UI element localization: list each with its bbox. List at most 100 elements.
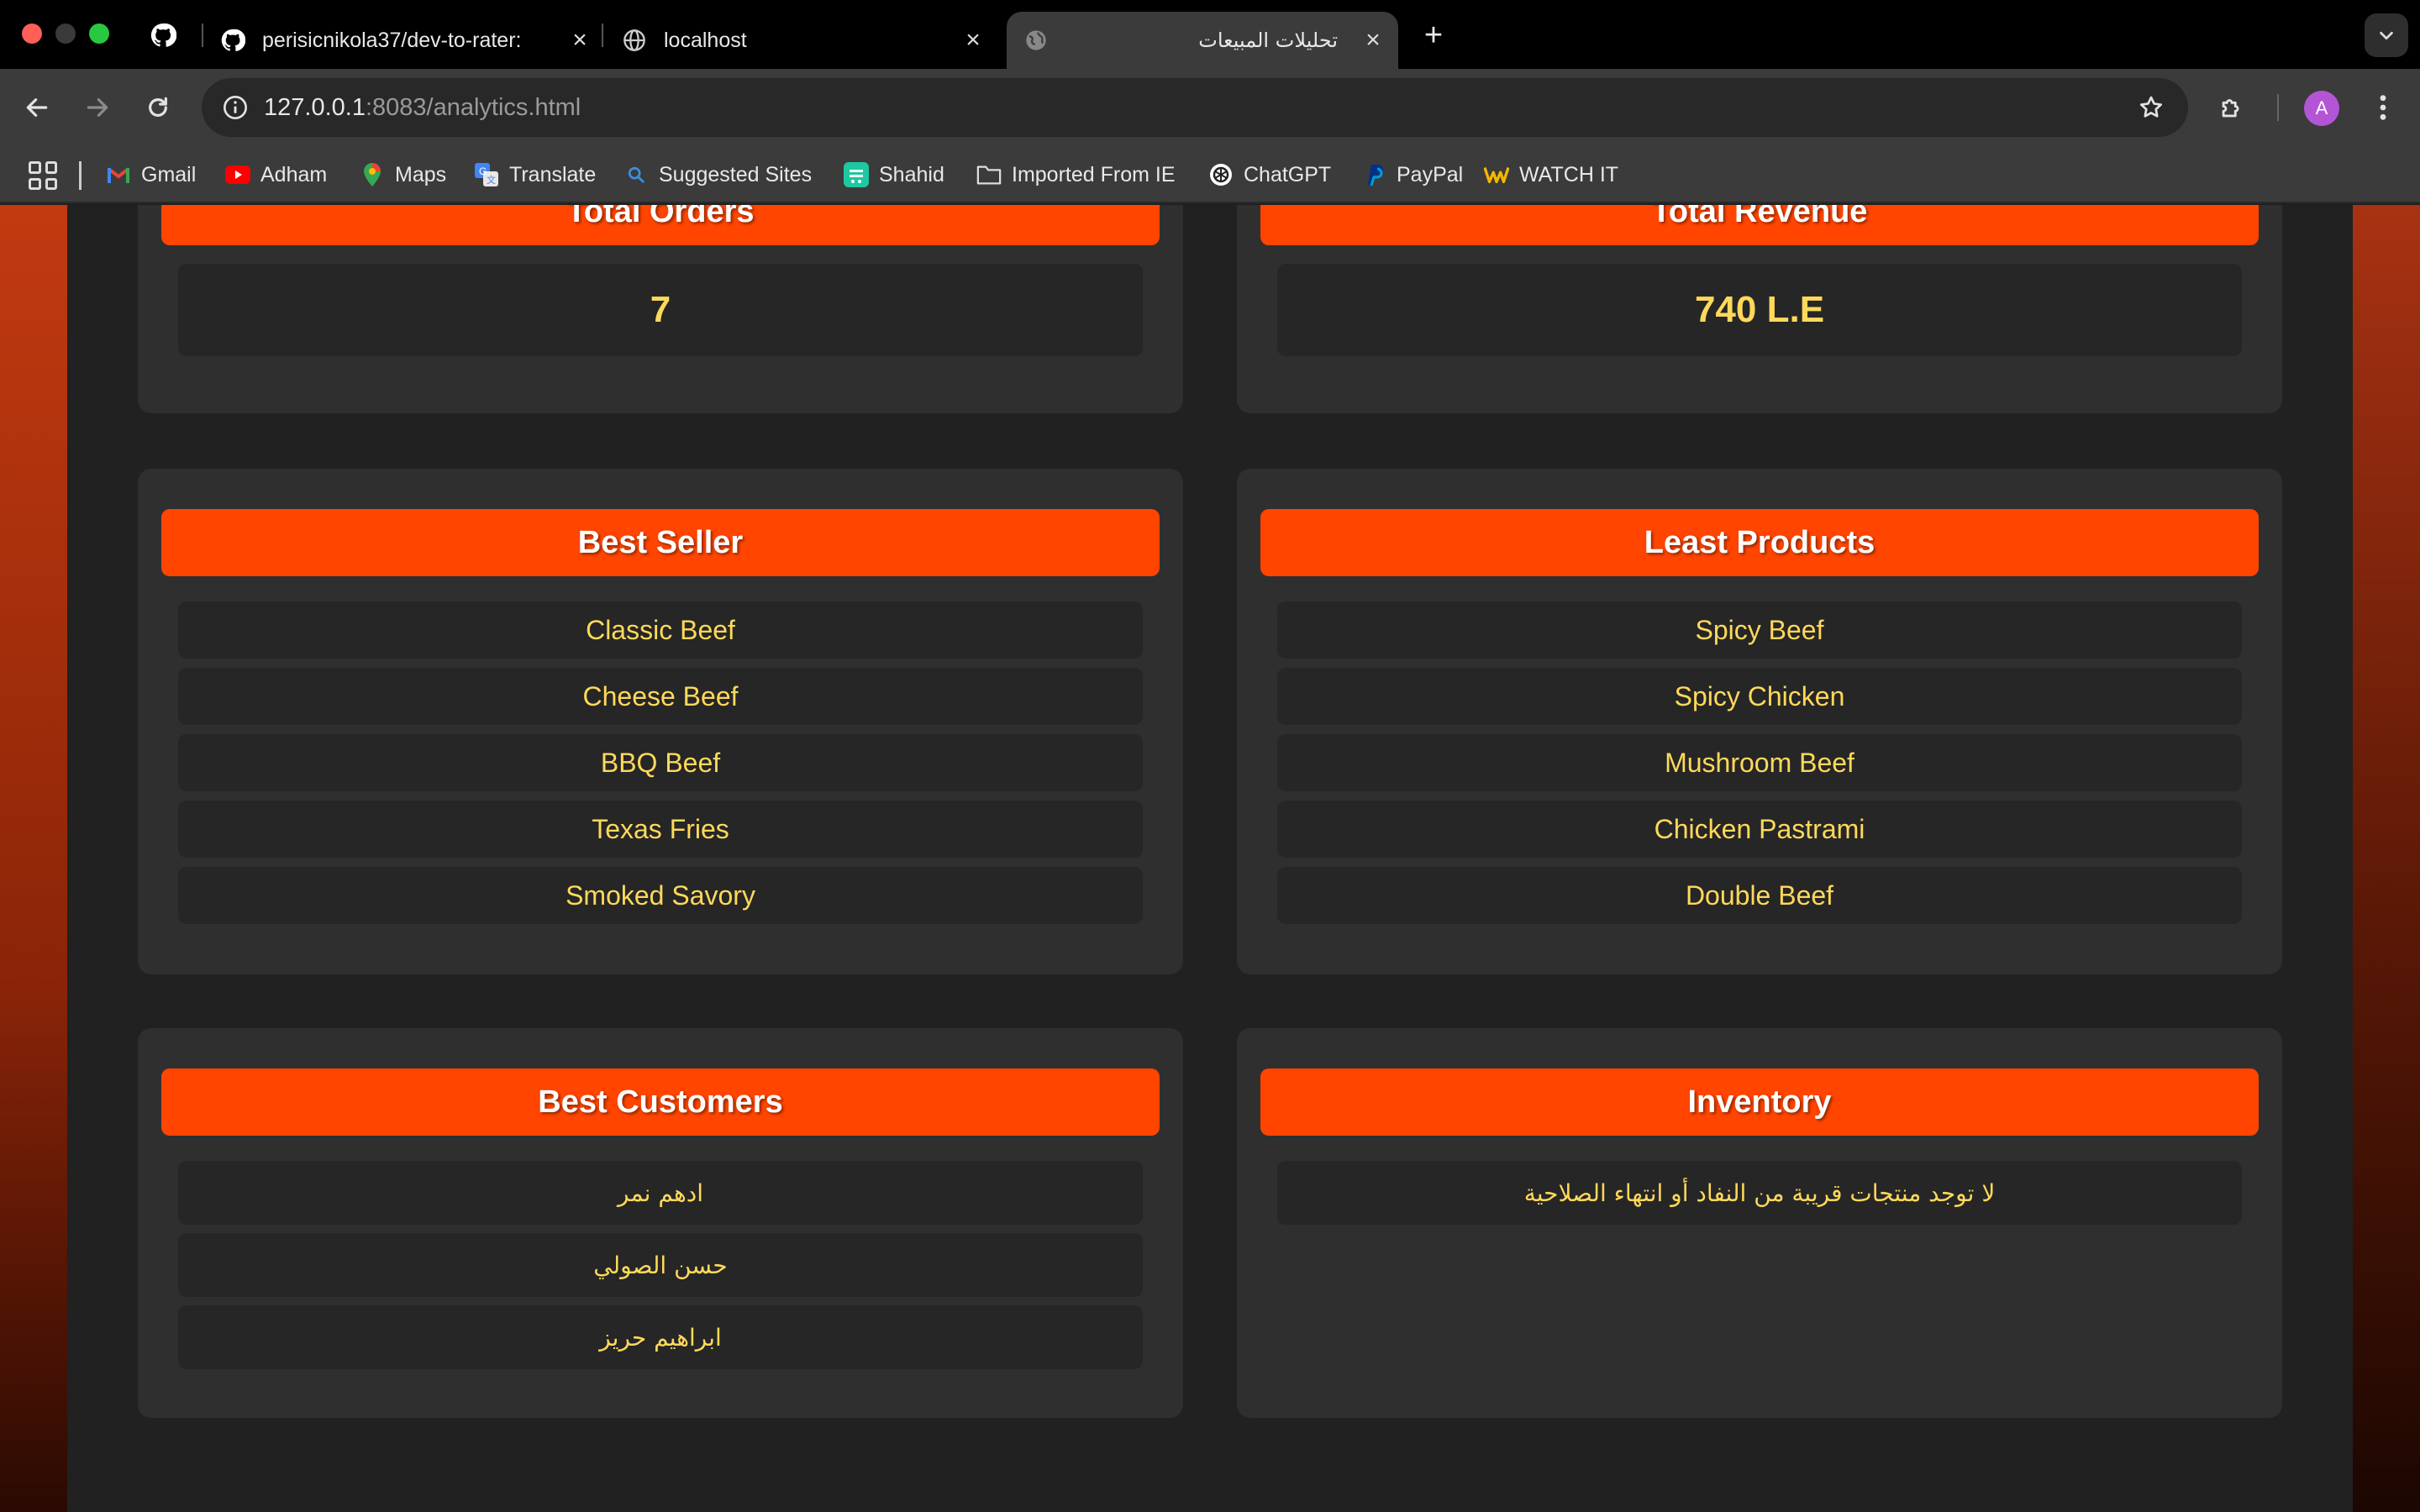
youtube-icon	[225, 162, 250, 187]
total-orders-card: Total Orders 7	[138, 205, 1183, 413]
bookmark-gmail[interactable]: Gmail	[106, 158, 196, 192]
bookmark-suggested-sites[interactable]: Suggested Sites	[623, 158, 812, 192]
bookmark-label: Maps	[395, 162, 447, 186]
browser-menu-button[interactable]	[2365, 87, 2402, 128]
maps-icon	[360, 162, 385, 187]
best-seller-card: Best Seller Classic Beef Cheese Beef BBQ…	[138, 469, 1183, 974]
bookmark-watch-it[interactable]: WATCH IT	[1484, 158, 1618, 192]
toolbar-separator	[2277, 94, 2279, 121]
bookmark-label: Suggested Sites	[659, 162, 813, 186]
bookmark-paypal[interactable]: PayPal	[1361, 158, 1463, 192]
total-revenue-value: 740 L.E	[1277, 264, 2242, 356]
paypal-icon	[1361, 162, 1386, 187]
bookmark-label: ChatGPT	[1244, 162, 1332, 186]
puzzle-icon	[2222, 99, 2239, 118]
inventory-header: Inventory	[1260, 1068, 2259, 1136]
tab-title: localhost	[664, 28, 747, 52]
tab-search-button[interactable]	[2365, 13, 2408, 57]
tab-strip: perisicnikola37/dev-to-rater: × localhos…	[0, 0, 2420, 69]
search-icon	[623, 162, 649, 187]
extensions-button[interactable]	[2212, 87, 2252, 128]
bookmark-star-button[interactable]	[2133, 89, 2170, 126]
customer-item: ابراهيم حريز	[178, 1305, 1143, 1369]
close-window-button[interactable]	[22, 24, 42, 44]
list-item: Chicken Pastrami	[1277, 801, 2242, 858]
bookmark-label: Shahid	[879, 162, 944, 186]
list-item: Mushroom Beef	[1277, 734, 2242, 791]
globe-icon	[1023, 28, 1049, 53]
tab-localhost[interactable]: localhost ×	[622, 12, 988, 69]
tab-analytics[interactable]: تحليلات المبيعات ×	[1007, 12, 1398, 69]
forward-button[interactable]	[76, 86, 119, 129]
github-icon	[220, 28, 245, 53]
tab-title: perisicnikola37/dev-to-rater:	[262, 28, 522, 52]
bookmark-label: Adham	[260, 162, 328, 186]
bookmark-chatgpt[interactable]: ChatGPT	[1208, 158, 1331, 192]
page-background: Total Orders 7 Total Revenue 740 L.E Bes…	[0, 205, 2420, 1512]
inventory-message: لا توجد منتجات قريبة من النفاد أو انتهاء…	[1277, 1161, 2242, 1225]
tab-separator	[602, 24, 603, 47]
list-item: Spicy Beef	[1277, 601, 2242, 659]
chevron-down-icon	[2380, 31, 2393, 40]
page-background-right	[2353, 205, 2420, 1512]
list-item: Texas Fries	[178, 801, 1143, 858]
analytics-container: Total Orders 7 Total Revenue 740 L.E Bes…	[67, 205, 2353, 1512]
maximize-window-button[interactable]	[89, 24, 109, 44]
best-seller-header: Best Seller	[161, 509, 1160, 576]
best-customers-card: Best Customers ادهم نمر حسن الصولي ابراه…	[138, 1028, 1183, 1418]
total-orders-header: Total Orders	[161, 205, 1160, 245]
new-tab-button[interactable]: +	[1415, 17, 1452, 54]
tab-separator	[202, 24, 203, 47]
watchit-icon	[1484, 162, 1509, 187]
gmail-icon	[106, 162, 131, 187]
close-icon[interactable]: ×	[1358, 25, 1388, 55]
url-text[interactable]: 127.0.0.1:8083/analytics.html	[264, 94, 581, 122]
bookmark-imported-from-ie[interactable]: Imported From IE	[976, 158, 1176, 192]
minimize-window-button[interactable]	[55, 24, 76, 44]
reload-button[interactable]	[136, 86, 180, 129]
total-revenue-header: Total Revenue	[1260, 205, 2259, 245]
customer-item: ادهم نمر	[178, 1161, 1143, 1225]
shahid-icon	[844, 162, 869, 187]
list-item: Spicy Chicken	[1277, 668, 2242, 725]
globe-icon	[622, 28, 647, 53]
close-icon[interactable]: ×	[565, 25, 595, 55]
apps-grid-icon[interactable]	[29, 161, 57, 190]
site-info-button[interactable]	[215, 87, 255, 128]
arrow-left-icon	[26, 98, 48, 117]
back-button[interactable]	[15, 86, 59, 129]
svg-text:G: G	[479, 165, 487, 177]
customer-item: حسن الصولي	[178, 1233, 1143, 1297]
bookmarks-bar: Gmail Adham Maps G文 Translate Suggested …	[0, 146, 2420, 203]
reload-icon	[149, 97, 167, 117]
profile-avatar[interactable]: A	[2304, 91, 2339, 126]
bookmark-label: Gmail	[141, 162, 197, 186]
bookmark-label: Translate	[509, 162, 597, 186]
bookmark-label: Imported From IE	[1012, 162, 1176, 186]
bookmark-label: PayPal	[1397, 162, 1464, 186]
least-products-card: Least Products Spicy Beef Spicy Chicken …	[1237, 469, 2282, 974]
pinned-tab-github[interactable]	[146, 18, 180, 52]
bookmark-label: WATCH IT	[1519, 162, 1619, 186]
list-item: Smoked Savory	[178, 867, 1143, 924]
bookmark-shahid[interactable]: Shahid	[844, 158, 944, 192]
star-icon	[2139, 96, 2163, 118]
bookmarks-separator	[79, 161, 82, 190]
translate-icon: G文	[474, 162, 499, 187]
bookmark-adham[interactable]: Adham	[225, 158, 327, 192]
address-bar[interactable]: 127.0.0.1:8083/analytics.html	[202, 78, 2188, 137]
url-path: :8083/analytics.html	[365, 94, 581, 121]
list-item: BBQ Beef	[178, 734, 1143, 791]
least-products-header: Least Products	[1260, 509, 2259, 576]
bookmark-maps[interactable]: Maps	[360, 158, 446, 192]
close-icon[interactable]: ×	[958, 25, 988, 55]
arrow-right-icon	[87, 98, 108, 117]
svg-text:文: 文	[487, 174, 496, 186]
chatgpt-icon	[1208, 162, 1234, 187]
total-orders-value: 7	[178, 264, 1143, 356]
total-revenue-card: Total Revenue 740 L.E	[1237, 205, 2282, 413]
tab-github-repo[interactable]: perisicnikola37/dev-to-rater: ×	[220, 12, 595, 69]
url-host: 127.0.0.1	[264, 94, 366, 121]
bookmark-translate[interactable]: G文 Translate	[474, 158, 596, 192]
github-icon	[150, 23, 176, 47]
